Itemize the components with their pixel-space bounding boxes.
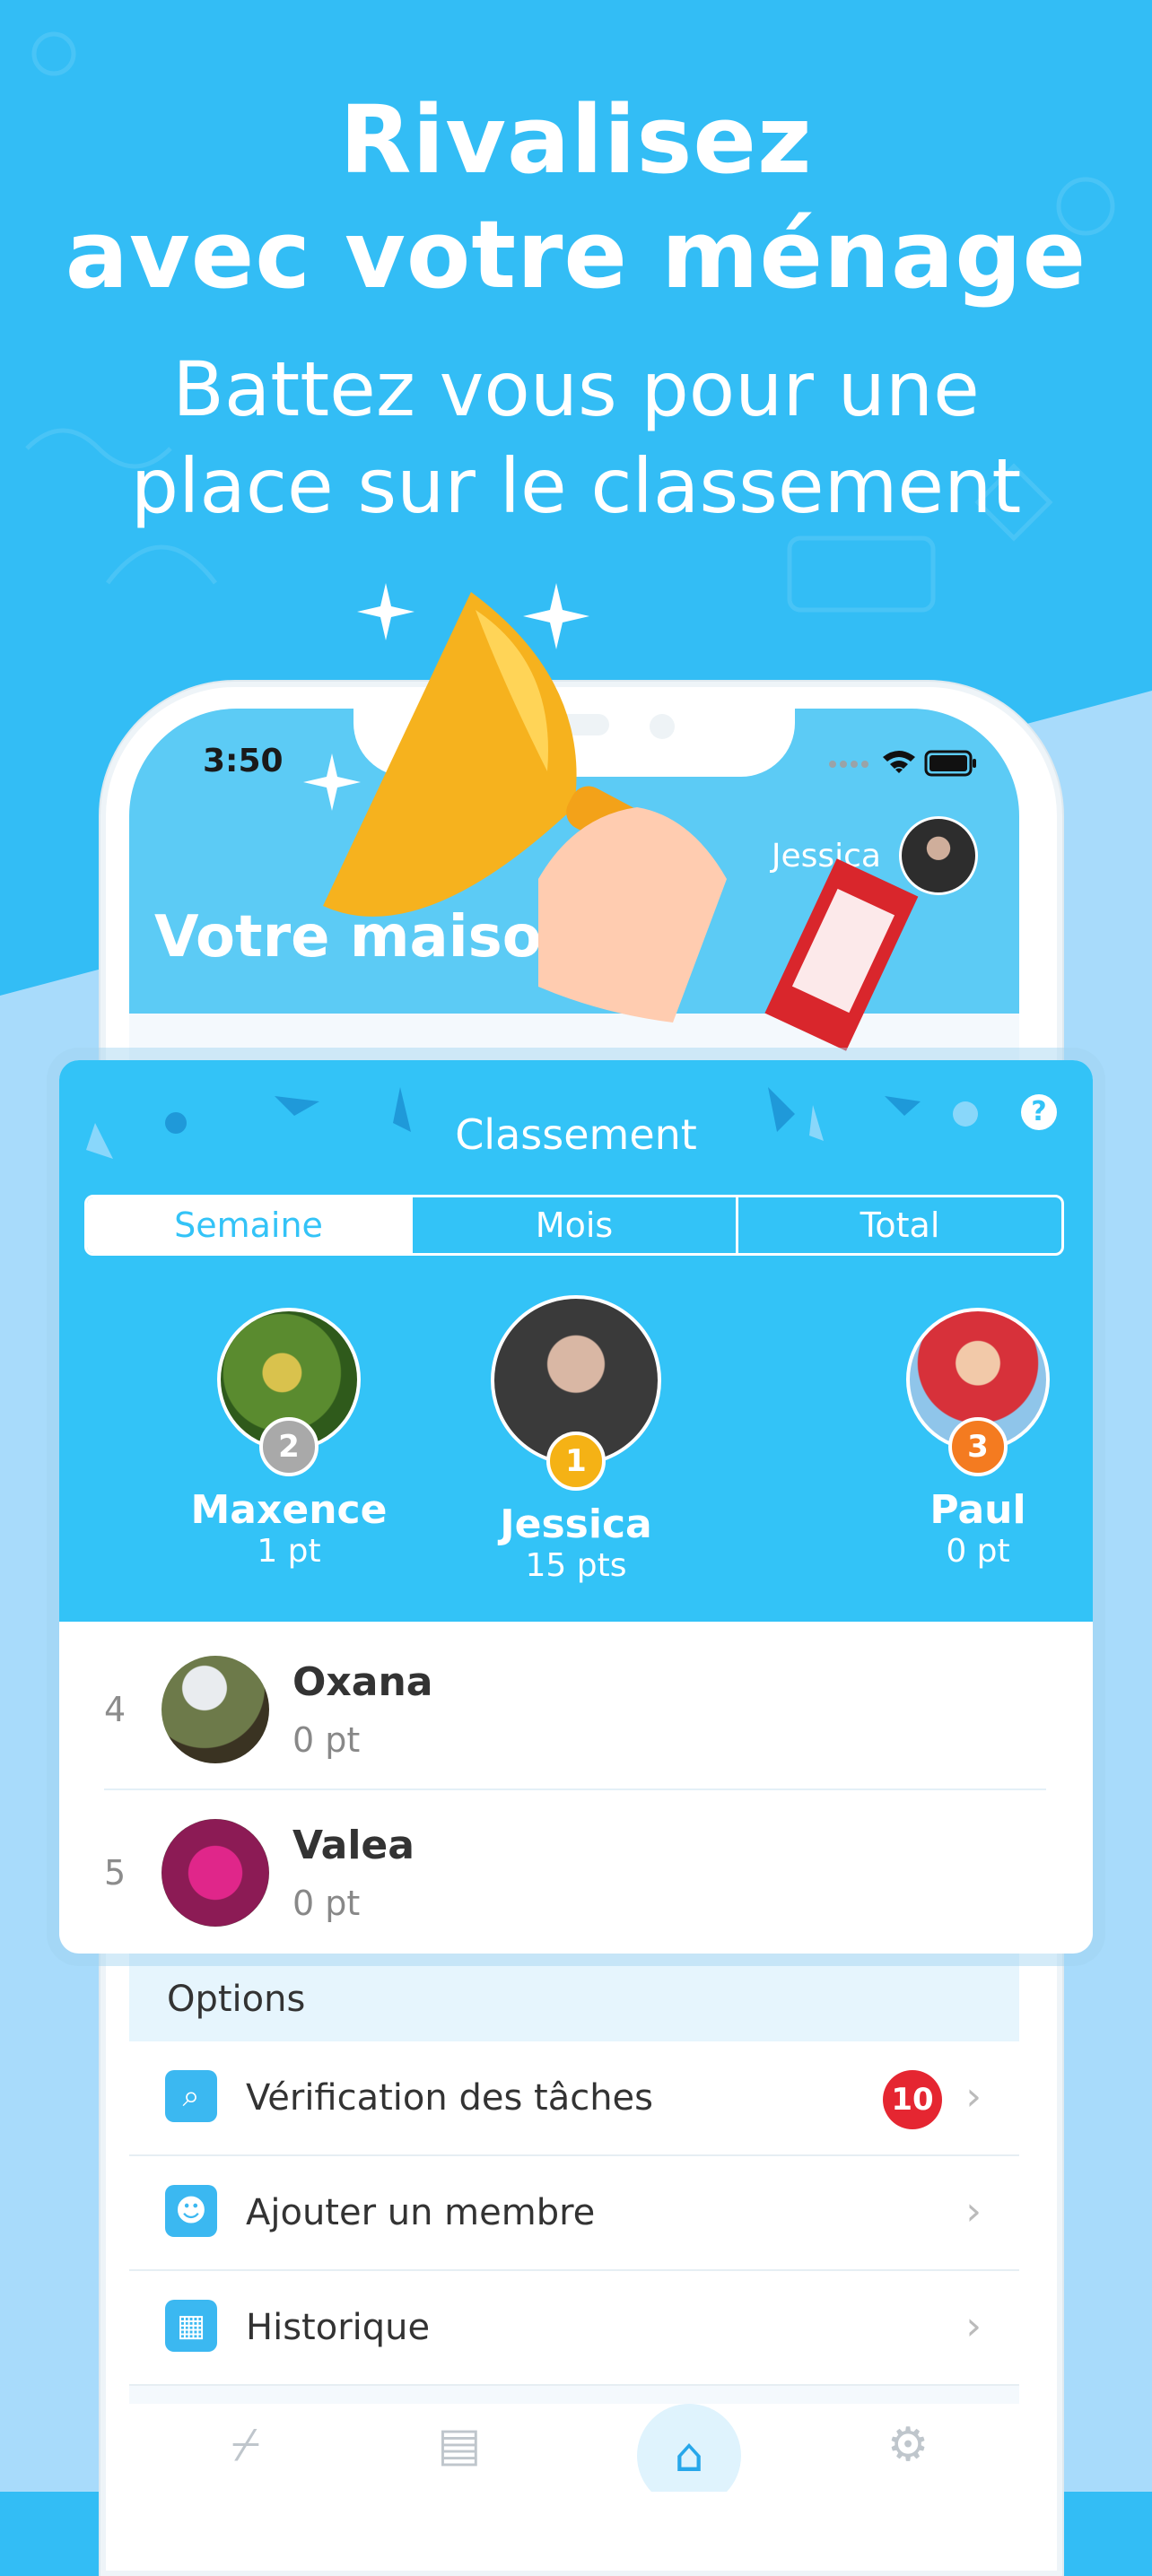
player-points: 15 pts (525, 1547, 627, 1584)
podium-second[interactable]: 2 Maxence 1 pt (154, 1308, 423, 1570)
chevron-right-icon: › (965, 2303, 982, 2349)
promo-title: Rivalisez avec votre ménage (0, 83, 1152, 312)
gear-icon[interactable]: ⚙ (872, 2418, 944, 2490)
row-rank: 4 (104, 1690, 127, 1729)
rank-badge: 2 (259, 1417, 319, 1476)
person-icon: ☻ (165, 2185, 217, 2237)
avatar (161, 1656, 269, 1763)
promo-title-line1: Rivalisez (339, 85, 813, 195)
player-points: 1 pt (257, 1533, 321, 1570)
leaderboard-card: Classement ? Semaine Mois Total 2 Maxenc… (59, 1060, 1093, 1954)
player-points: 0 pt (946, 1533, 1010, 1570)
option-task-verification[interactable]: ⌕ Vérification des tâches 10 › (129, 2041, 1019, 2156)
rank-badge: 3 (948, 1417, 1008, 1476)
option-add-member[interactable]: ☻ Ajouter un membre › (129, 2156, 1019, 2271)
tab-week[interactable]: Semaine (87, 1197, 410, 1253)
options-heading: Options (129, 1952, 1019, 2041)
promo-subtitle-line2: place sur le classement (130, 442, 1022, 530)
row-name: Valea (292, 1823, 415, 1868)
chevron-right-icon: › (965, 2074, 982, 2119)
period-segmented-control: Semaine Mois Total (84, 1195, 1064, 1256)
option-label: Historique (246, 2307, 431, 2348)
divider (104, 1788, 1046, 1790)
options-heading-label: Options (167, 1979, 306, 2020)
calendar-icon: ▦ (165, 2300, 217, 2352)
tab-total[interactable]: Total (736, 1197, 1061, 1253)
table-row[interactable]: 4 Oxana 0 pt (104, 1631, 1046, 1783)
trophy-illustration (303, 583, 919, 1051)
player-name: Paul (929, 1487, 1026, 1533)
help-icon[interactable]: ? (1021, 1094, 1057, 1130)
promo-subtitle: Battez vous pour une place sur le classe… (0, 341, 1152, 535)
notification-badge: 10 (883, 2070, 942, 2129)
option-history[interactable]: ▦ Historique › (129, 2271, 1019, 2386)
podium-first[interactable]: 1 Jessica 15 pts (441, 1295, 711, 1584)
leaderboard-header: Classement ? Semaine Mois Total 2 Maxenc… (59, 1060, 1093, 1622)
rank-badge: 1 (546, 1432, 606, 1491)
podium-third[interactable]: 3 Paul 0 pt (843, 1308, 1093, 1570)
tab-month[interactable]: Mois (410, 1197, 736, 1253)
chevron-right-icon: › (965, 2189, 982, 2234)
tab-bar: ⌿ ▤ ⌂ ⚙ (129, 2404, 1019, 2492)
row-points: 0 pt (292, 1720, 361, 1760)
broom-icon[interactable]: ⌿ (210, 2418, 282, 2490)
avatar (161, 1819, 269, 1927)
search-icon: ⌕ (165, 2070, 217, 2122)
clipboard-icon[interactable]: ▤ (423, 2418, 495, 2490)
home-icon[interactable]: ⌂ (637, 2404, 741, 2492)
option-label: Vérification des tâches (246, 2077, 654, 2119)
player-name: Jessica (500, 1501, 652, 1547)
option-label: Ajouter un membre (246, 2192, 596, 2233)
table-row[interactable]: 5 Valea 0 pt (104, 1794, 1046, 1946)
promo-title-line2: avec votre ménage (65, 200, 1087, 309)
row-name: Oxana (292, 1659, 433, 1705)
row-rank: 5 (104, 1853, 127, 1893)
leaderboard-title: Classement (455, 1110, 697, 1159)
promo-subtitle-line1: Battez vous pour une (172, 345, 980, 433)
row-points: 0 pt (292, 1884, 361, 1923)
player-name: Maxence (190, 1487, 388, 1533)
